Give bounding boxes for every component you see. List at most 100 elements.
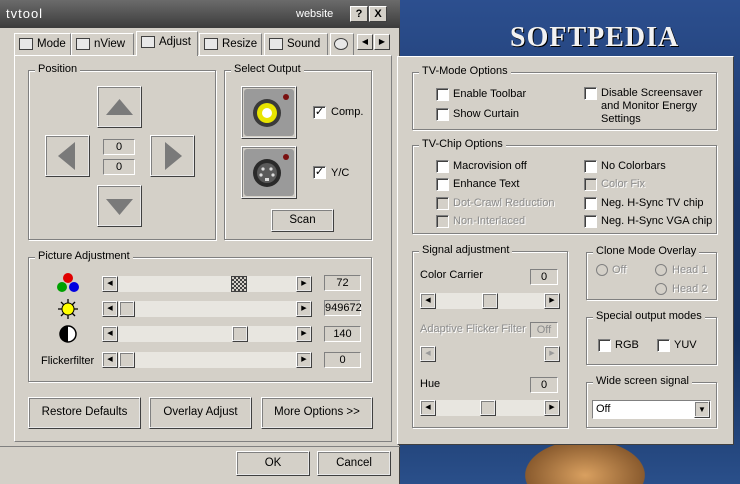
hue-label: Hue bbox=[420, 378, 441, 390]
contrast-icon bbox=[59, 325, 77, 343]
tvtool-window: tvtool website ? X Mode nView Adjust Res… bbox=[0, 0, 400, 484]
brightness-slider-thumb[interactable] bbox=[119, 301, 135, 317]
tab-more[interactable] bbox=[330, 33, 354, 55]
color-fix-label: Color Fix bbox=[601, 178, 646, 190]
tab-mode[interactable]: Mode bbox=[14, 33, 71, 55]
softpedia-watermark: SOFTPEDIA bbox=[510, 22, 680, 53]
brightness-slider-left-button[interactable]: ◀ bbox=[102, 301, 118, 317]
enable-toolbar-checkbox[interactable] bbox=[436, 88, 449, 101]
tab-resize[interactable]: Resize bbox=[199, 33, 262, 55]
color-carrier-thumb[interactable] bbox=[482, 293, 498, 309]
disable-screensaver-checkbox[interactable] bbox=[584, 87, 597, 100]
color-carrier-slider[interactable]: ◀ ▶ bbox=[420, 293, 560, 309]
adaptive-flicker-left-button: ◀ bbox=[420, 346, 436, 362]
tab-scroll-right-button[interactable]: ▶ bbox=[374, 34, 390, 50]
wide-screen-legend: Wide screen signal bbox=[593, 375, 692, 387]
flickerfilter-slider[interactable]: ◀ ▶ bbox=[102, 352, 312, 368]
color-carrier-right-button[interactable]: ▶ bbox=[544, 293, 560, 309]
color-slider-left-button[interactable]: ◀ bbox=[102, 276, 118, 292]
color-carrier-label: Color Carrier bbox=[420, 269, 483, 281]
disable-screensaver-label: Disable Screensaver and Monitor Energy S… bbox=[601, 87, 703, 125]
divider bbox=[0, 446, 400, 447]
clone-head2-label: Head 2 bbox=[672, 283, 708, 295]
restore-defaults-button[interactable]: Restore Defaults bbox=[28, 397, 141, 429]
brightness-sun-icon bbox=[58, 299, 78, 319]
macrovision-off-label: Macrovision off bbox=[453, 160, 527, 172]
flickerfilter-slider-thumb[interactable] bbox=[119, 352, 135, 368]
brightness-slider-right-button[interactable]: ▶ bbox=[296, 301, 312, 317]
color-slider[interactable]: ◀ ▶ bbox=[102, 276, 312, 292]
color-value: 72 bbox=[324, 275, 361, 291]
overlay-adjust-button[interactable]: Overlay Adjust bbox=[149, 397, 252, 429]
yuv-checkbox[interactable] bbox=[657, 339, 670, 352]
neg-hsync-tv-checkbox[interactable] bbox=[584, 197, 597, 210]
composite-output-button[interactable] bbox=[241, 86, 297, 139]
adaptive-flicker-label: Adaptive Flicker Filter bbox=[420, 323, 526, 335]
contrast-slider-right-button[interactable]: ▶ bbox=[296, 326, 312, 342]
clone-head1-label: Head 1 bbox=[672, 264, 708, 276]
close-button[interactable]: X bbox=[369, 6, 387, 22]
adaptive-flicker-value: Off bbox=[530, 322, 558, 338]
tab-scroll-left-button[interactable]: ◀ bbox=[357, 34, 373, 50]
svideo-jack-icon bbox=[244, 149, 294, 196]
clock-icon bbox=[334, 37, 348, 50]
sound-icon bbox=[269, 37, 283, 50]
move-down-button[interactable] bbox=[97, 185, 142, 227]
background-figure bbox=[525, 440, 645, 484]
adjust-icon bbox=[141, 35, 155, 48]
move-right-button[interactable] bbox=[150, 135, 195, 177]
brightness-slider[interactable]: ◀ ▶ bbox=[102, 301, 312, 317]
more-options-button[interactable]: More Options >> bbox=[261, 397, 373, 429]
svideo-output-button[interactable] bbox=[241, 146, 297, 199]
clone-head2-radio bbox=[655, 283, 667, 295]
neg-hsync-vga-checkbox[interactable] bbox=[584, 215, 597, 228]
title-bar[interactable]: tvtool website ? X bbox=[0, 0, 400, 28]
ok-button[interactable]: OK bbox=[236, 451, 310, 476]
scan-button[interactable]: Scan bbox=[271, 209, 334, 232]
resize-icon bbox=[204, 37, 218, 50]
select-output-legend: Select Output bbox=[231, 63, 304, 75]
hue-right-button[interactable]: ▶ bbox=[544, 400, 560, 416]
no-colorbars-checkbox[interactable] bbox=[584, 160, 597, 173]
yc-checkbox[interactable]: ✓ bbox=[313, 166, 326, 179]
contrast-slider-left-button[interactable]: ◀ bbox=[102, 326, 118, 342]
cancel-button[interactable]: Cancel bbox=[317, 451, 391, 476]
contrast-slider[interactable]: ◀ ▶ bbox=[102, 326, 312, 342]
help-button[interactable]: ? bbox=[350, 6, 368, 22]
tv-chip-legend: TV-Chip Options bbox=[419, 138, 506, 150]
color-slider-thumb[interactable] bbox=[231, 276, 247, 292]
wide-screen-select[interactable]: Off ▼ bbox=[592, 400, 711, 419]
flickerfilter-slider-right-button[interactable]: ▶ bbox=[296, 352, 312, 368]
contrast-slider-thumb[interactable] bbox=[232, 326, 248, 342]
neg-hsync-tv-label: Neg. H-Sync TV chip bbox=[601, 197, 704, 209]
chevron-down-icon[interactable]: ▼ bbox=[694, 401, 710, 418]
signal-adjustment-legend: Signal adjustment bbox=[419, 244, 513, 256]
show-curtain-checkbox[interactable] bbox=[436, 108, 449, 121]
color-carrier-left-button[interactable]: ◀ bbox=[420, 293, 436, 309]
hue-left-button[interactable]: ◀ bbox=[420, 400, 436, 416]
flickerfilter-slider-left-button[interactable]: ◀ bbox=[102, 352, 118, 368]
tab-nview[interactable]: nView bbox=[71, 33, 134, 55]
no-colorbars-label: No Colorbars bbox=[601, 160, 666, 172]
brightness-value: 949672 bbox=[324, 300, 362, 316]
website-link[interactable]: website bbox=[296, 8, 333, 20]
non-interlaced-label: Non-Interlaced bbox=[453, 215, 526, 227]
macrovision-off-checkbox[interactable] bbox=[436, 160, 449, 173]
color-slider-right-button[interactable]: ▶ bbox=[296, 276, 312, 292]
move-left-button[interactable] bbox=[45, 135, 90, 177]
rgb-checkbox[interactable] bbox=[598, 339, 611, 352]
adaptive-flicker-slider: ◀ ▶ bbox=[420, 346, 560, 362]
tab-sound[interactable]: Sound bbox=[264, 33, 328, 55]
hue-slider[interactable]: ◀ ▶ bbox=[420, 400, 560, 416]
dot-crawl-reduction-checkbox bbox=[436, 197, 449, 210]
tv-mode-legend: TV-Mode Options bbox=[419, 65, 511, 77]
move-up-button[interactable] bbox=[97, 86, 142, 128]
enhance-text-checkbox[interactable] bbox=[436, 178, 449, 191]
comp-checkbox[interactable]: ✓ bbox=[313, 106, 326, 119]
color-fix-checkbox bbox=[584, 178, 597, 191]
tab-adjust[interactable]: Adjust bbox=[136, 31, 198, 56]
neg-hsync-vga-label: Neg. H-Sync VGA chip bbox=[601, 215, 713, 227]
comp-label: Comp. bbox=[331, 106, 364, 118]
hue-thumb[interactable] bbox=[480, 400, 496, 416]
arrow-left-icon bbox=[58, 142, 75, 170]
